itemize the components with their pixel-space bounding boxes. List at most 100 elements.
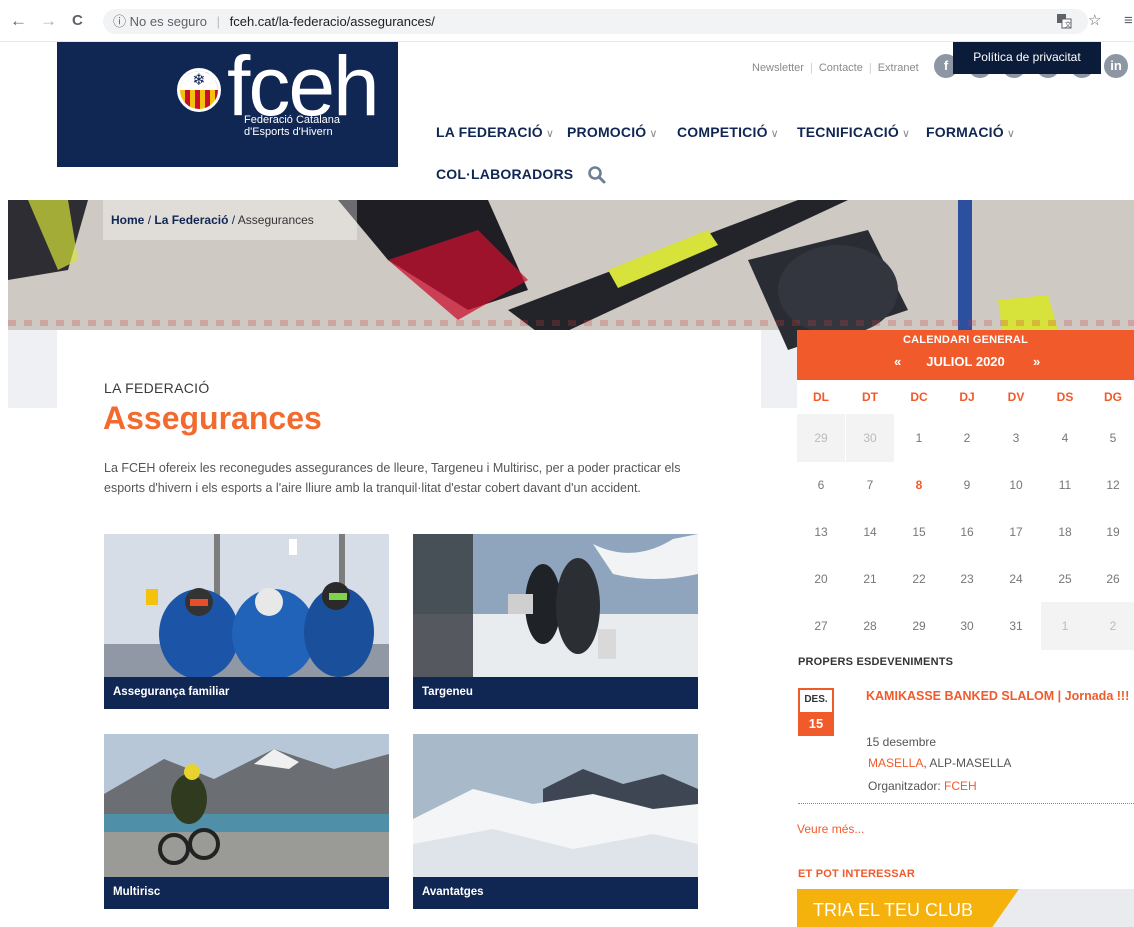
weekday-label: DV <box>1007 390 1025 404</box>
calendar-day-cell[interactable]: 20 <box>797 555 845 603</box>
calendar-day-cell[interactable]: 27 <box>797 602 845 650</box>
card-multirisc[interactable]: Multirisc <box>104 734 389 909</box>
event-month: DES. <box>804 694 828 705</box>
breadcrumb: Home / La Federació / Assegurances <box>103 200 357 240</box>
site-logo[interactable]: ❄ fceh Federació Catalana d'Esports d'Hi… <box>57 42 398 167</box>
reload-icon[interactable]: C <box>72 12 83 30</box>
calendar-day-cell[interactable]: 14 <box>846 508 894 556</box>
calendar-day-cell[interactable]: 2 <box>943 414 991 462</box>
calendar-day-cell[interactable]: 11 <box>1041 461 1089 509</box>
interest-title: ET POT INTERESSAR <box>798 868 916 880</box>
calendar-day-cell[interactable]: 1 <box>1041 602 1089 650</box>
main-content: LA FEDERACIÓ Assegurances La FCEH oferei… <box>57 330 761 927</box>
search-icon[interactable] <box>587 165 607 185</box>
calendar-weekday-header: DL DT DC DJ DV DS DG <box>797 380 1134 414</box>
card-label: Targeneu <box>422 686 473 698</box>
event-organizer-link[interactable]: FCEH <box>944 779 977 793</box>
section-label: LA FEDERACIÓ <box>104 380 210 396</box>
weekday-label: DC <box>910 390 928 404</box>
calendar-day-cell[interactable]: 1 <box>895 414 943 462</box>
see-more-link[interactable]: Veure més... <box>797 822 864 836</box>
calendar-day-cell[interactable]: 3 <box>992 414 1040 462</box>
chevron-down-icon: ∨ <box>545 128 555 140</box>
back-icon[interactable]: ← <box>10 12 27 30</box>
calendar-day-cell[interactable]: 13 <box>797 508 845 556</box>
fceh-emblem-icon: ❄ <box>177 68 221 112</box>
bookmark-star-icon[interactable]: ☆ <box>1088 13 1101 29</box>
browser-toolbar: ← → C ⓘ No es seguro | fceh.cat/la-feder… <box>0 0 1134 42</box>
translate-icon[interactable]: 文 <box>1056 13 1072 33</box>
calendar-day-cell[interactable]: 17 <box>992 508 1040 556</box>
calendar-day-cell[interactable]: 9 <box>943 461 991 509</box>
calendar-day-cell[interactable]: 6 <box>797 461 845 509</box>
security-label: No es seguro <box>129 14 207 29</box>
weekday-label: DJ <box>959 390 975 404</box>
weekday-label: DS <box>1056 390 1074 404</box>
svg-text:文: 文 <box>1065 20 1072 29</box>
calendar-day-cell[interactable]: 7 <box>846 461 894 509</box>
calendar-next-button[interactable]: » <box>1033 354 1040 369</box>
card-avantatges[interactable]: Avantatges <box>413 734 698 909</box>
calendar-day-cell[interactable]: 23 <box>943 555 991 603</box>
event-location: MASELLA, ALP-MASELLA <box>868 756 1012 770</box>
linkedin-icon[interactable]: in <box>1104 54 1128 78</box>
calendar-day-cell[interactable]: 18 <box>1041 508 1089 556</box>
event-date-badge: DES. 15 <box>798 688 834 736</box>
nav-item-col-laboradors[interactable]: COL·LABORADORS <box>436 166 573 182</box>
calendar-day-cell[interactable]: 29 <box>797 414 845 462</box>
weekday-label: DG <box>1104 390 1122 404</box>
event-place-link[interactable]: MASELLA <box>868 756 923 770</box>
chevron-down-icon: ∨ <box>1006 128 1016 140</box>
calendar-day-cell[interactable]: 8 <box>895 461 943 509</box>
calendar-day-cell[interactable]: 30 <box>943 602 991 650</box>
calendar-day-cell[interactable]: 12 <box>1089 461 1134 509</box>
calendar-day-cell[interactable]: 29 <box>895 602 943 650</box>
card-image-skiers <box>104 534 389 677</box>
calendar-day-cell[interactable]: 16 <box>943 508 991 556</box>
calendar-day-cell[interactable]: 2 <box>1089 602 1134 650</box>
calendar-header: CALENDARI GENERAL « JULIOL 2020 » <box>797 330 1134 380</box>
breadcrumb-parent[interactable]: La Federació <box>154 213 228 227</box>
calendar-day-cell[interactable]: 26 <box>1089 555 1134 603</box>
utility-links: Newsletter | Contacte | Extranet <box>752 62 919 74</box>
calendar-day-cell[interactable]: 21 <box>846 555 894 603</box>
contact-link[interactable]: Contacte <box>819 62 863 74</box>
card-label: Avantatges <box>422 886 484 898</box>
weekday-label: DL <box>813 390 829 404</box>
nav-item-tecnificacio[interactable]: TECNIFICACIÓ ∨ <box>797 124 910 140</box>
event-date-text: 15 desembre <box>866 735 937 749</box>
calendar-day-cell[interactable]: 22 <box>895 555 943 603</box>
card-assegurança-familiar[interactable]: Assegurança familiar <box>104 534 389 709</box>
banner-text: TRIA EL TEU CLUB <box>813 900 974 920</box>
breadcrumb-home[interactable]: Home <box>111 213 144 227</box>
page-title: Assegurances <box>103 400 322 436</box>
calendar-day-cell[interactable]: 28 <box>846 602 894 650</box>
nav-item-competicio[interactable]: COMPETICIÓ ∨ <box>677 124 779 140</box>
nav-item-la-federacio[interactable]: LA FEDERACIÓ ∨ <box>436 124 554 140</box>
url-text[interactable]: fceh.cat/la-federacio/assegurances/ <box>230 14 435 29</box>
info-icon[interactable]: ⓘ <box>113 14 126 29</box>
card-targeneu[interactable]: Targeneu <box>413 534 698 709</box>
upcoming-events-title: PROPERS ESDEVENIMENTS <box>798 656 954 668</box>
calendar-day-cell[interactable]: 5 <box>1089 414 1134 462</box>
address-separator: | <box>216 14 220 29</box>
calendar-day-cell[interactable]: 4 <box>1041 414 1089 462</box>
chevron-down-icon: ∨ <box>649 128 658 140</box>
event-title-link[interactable]: KAMIKASSE BANKED SLALOM | Jornada !!! <box>866 688 1134 704</box>
card-image-snowboarders <box>413 534 698 677</box>
nav-item-formacio[interactable]: FORMACIÓ ∨ <box>926 124 1015 140</box>
calendar-day-cell[interactable]: 10 <box>992 461 1040 509</box>
menu-icon[interactable]: ≡ <box>1124 13 1133 29</box>
calendar-day-cell[interactable]: 31 <box>992 602 1040 650</box>
calendar-day-cell[interactable]: 30 <box>846 414 894 462</box>
choose-club-banner[interactable]: TRIA EL TEU CLUB <box>797 889 1134 927</box>
newsletter-link[interactable]: Newsletter <box>752 62 804 74</box>
calendar-day-cell[interactable]: 15 <box>895 508 943 556</box>
address-bar[interactable]: ⓘ No es seguro | fceh.cat/la-federacio/a… <box>103 9 1088 34</box>
nav-item-promocio[interactable]: PROMOCIÓ ∨ <box>567 124 658 140</box>
calendar-day-cell[interactable]: 19 <box>1089 508 1134 556</box>
calendar-day-cell[interactable]: 24 <box>992 555 1040 603</box>
forward-icon[interactable]: → <box>40 12 57 30</box>
extranet-link[interactable]: Extranet <box>878 62 919 74</box>
calendar-day-cell[interactable]: 25 <box>1041 555 1089 603</box>
